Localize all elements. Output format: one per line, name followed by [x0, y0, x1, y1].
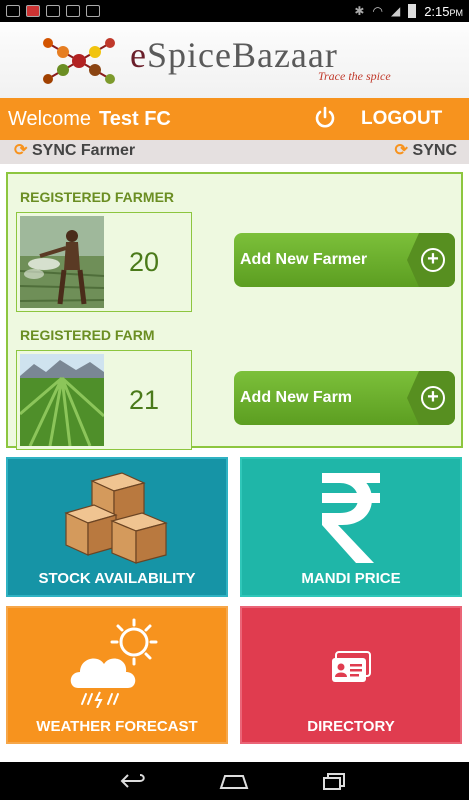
logout-button[interactable]: LOGOUT: [361, 108, 442, 130]
notification-icon: [26, 5, 40, 17]
registered-farm-title: REGISTERED FARM: [20, 327, 155, 343]
contact-card-icon: [332, 651, 371, 682]
add-new-farm-button[interactable]: Add New Farm +: [234, 371, 455, 425]
weather-forecast-tile[interactable]: WEATHER FORECAST: [6, 606, 228, 744]
sync-button[interactable]: ⟳ SYNC: [395, 142, 457, 160]
play-store-notification-icon: [86, 5, 100, 17]
wifi-icon: ◠: [372, 4, 383, 18]
registered-farmer-title: REGISTERED FARMER: [20, 189, 175, 205]
brand-name: eSpiceBazaar: [130, 35, 338, 75]
add-new-farmer-label: Add New Farmer: [240, 251, 368, 268]
sync-label: SYNC: [412, 142, 457, 159]
notification-icon: [6, 5, 20, 17]
battery-icon: [408, 4, 417, 18]
sync-icon: ⟳: [14, 142, 28, 159]
clock: 2:15PM: [424, 3, 463, 19]
sync-farmer-button[interactable]: ⟳ SYNC Farmer: [14, 142, 135, 160]
registered-farm-card[interactable]: 21: [16, 350, 192, 450]
user-name: Test FC: [99, 107, 171, 130]
sync-icon: ⟳: [394, 142, 408, 159]
power-icon[interactable]: [313, 106, 337, 130]
farm-photo: [20, 354, 104, 446]
mandi-price-label: MANDI PRICE: [301, 570, 401, 587]
image-notification-icon: [46, 5, 60, 17]
plus-icon: +: [421, 248, 445, 272]
registered-farm-count: 21: [129, 385, 160, 415]
add-new-farm-label: Add New Farm: [240, 389, 353, 406]
back-icon[interactable]: [118, 772, 148, 790]
stock-availability-label: STOCK AVAILABILITY: [38, 570, 196, 587]
app-header: eSpiceBazaar Trace the spice: [0, 22, 469, 98]
welcome-label: Welcome: [8, 107, 91, 130]
mandi-price-tile[interactable]: MANDI PRICE: [240, 457, 462, 597]
registered-farmer-count: 20: [129, 247, 160, 277]
sync-bar: ⟳ SYNC Farmer ⟳ SYNC: [0, 140, 469, 164]
home-icon[interactable]: [219, 772, 249, 790]
stock-availability-tile[interactable]: STOCK AVAILABILITY: [6, 457, 228, 597]
weather-forecast-label: WEATHER FORECAST: [36, 718, 198, 735]
boxes-icon: [64, 472, 168, 564]
save-notification-icon: [66, 5, 80, 17]
status-bar: ✱ ◠ ◢ 2:15PM: [0, 0, 469, 22]
registered-panel: REGISTERED FARMER 20 Add New Farmer + RE…: [6, 172, 463, 450]
signal-icon: ◢: [390, 4, 401, 18]
plus-icon: +: [421, 386, 445, 410]
weather-icon: [70, 618, 158, 708]
directory-tile[interactable]: DIRECTORY: [240, 606, 462, 744]
welcome-bar: Welcome Test FC LOGOUT: [0, 98, 469, 140]
bluetooth-icon: ✱: [354, 4, 365, 18]
brand-logo-icon: [43, 38, 115, 84]
farmer-photo: [20, 216, 104, 308]
sync-farmer-label: SYNC Farmer: [32, 142, 136, 159]
registered-farmer-card[interactable]: 20: [16, 212, 192, 312]
recent-apps-icon[interactable]: [320, 772, 350, 790]
rupee-icon: [322, 473, 380, 563]
directory-label: DIRECTORY: [307, 718, 395, 735]
system-nav-bar: [0, 762, 469, 800]
add-new-farmer-button[interactable]: Add New Farmer +: [234, 233, 455, 287]
brand-tagline: Trace the spice: [318, 69, 391, 83]
